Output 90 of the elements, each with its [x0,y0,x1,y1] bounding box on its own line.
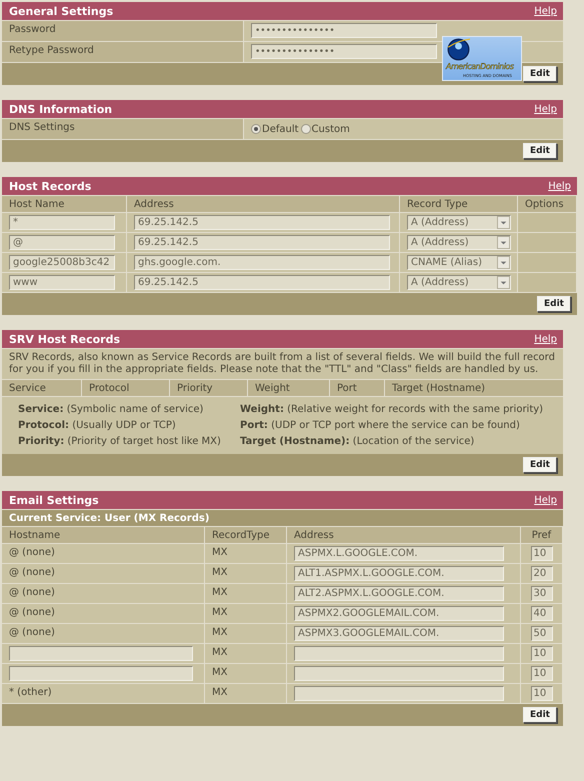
column-header: Record Type [400,196,518,213]
column-header: Pref [521,527,563,544]
help-link[interactable]: Help [534,334,557,344]
record-type-text: MX [212,547,228,558]
pref-field[interactable]: 40 [530,606,552,621]
host-name-field[interactable]: google25008b3c42 [9,255,115,270]
column-header: Hostname [2,527,205,544]
edit-button[interactable]: Edit [523,707,557,723]
section-title: Host Records [9,180,92,192]
globe-icon [447,38,470,61]
hostname-text: @ (none) [9,547,55,558]
pref-field[interactable]: 10 [530,646,552,661]
host-name-field[interactable]: * [9,215,115,230]
address-field[interactable]: ALT1.ASPMX.L.GOOGLE.COM. [294,566,504,581]
field-label: Retype Password [9,45,94,56]
pref-field[interactable]: 30 [530,586,552,601]
column-header: Address [127,196,400,213]
address-field[interactable]: 69.25.142.5 [134,235,390,250]
address-field[interactable]: 69.25.142.5 [134,275,390,290]
password-field[interactable]: ••••••••••••••• [251,44,437,59]
column-header: Host Name [2,196,127,213]
field-label: Password [9,24,56,35]
record-type-select[interactable]: A (Address) [407,215,511,230]
column-header: Service [2,380,82,397]
section-title: General Settings [9,4,114,18]
address-field[interactable]: ASPMX2.GOOGLEMAIL.COM. [294,606,504,621]
column-header: Address [287,527,521,544]
pref-field[interactable]: 10 [530,666,552,681]
hostname-field[interactable] [9,646,193,661]
address-field[interactable]: ASPMX3.GOOGLEMAIL.COM. [294,626,504,641]
record-type-text: MX [212,687,228,698]
address-field[interactable]: ALT2.ASPMX.L.GOOGLE.COM. [294,586,504,601]
radio-option[interactable]: Default [251,124,299,134]
current-service-label: Current Service: User (MX Records) [9,513,210,524]
record-type-text: MX [212,607,228,618]
address-field[interactable] [294,666,504,681]
edit-button[interactable]: Edit [537,296,571,312]
column-header: Options [518,196,577,213]
hostname-text: @ (none) [9,567,55,578]
edit-button[interactable]: Edit [523,457,557,473]
address-field[interactable]: ghs.google.com. [134,255,390,270]
section-title: DNS Information [9,102,112,116]
pref-field[interactable]: 20 [530,566,552,581]
field-description: Port: (UDP or TCP port where the service can be found) [240,420,521,432]
field-description: Service: (Symbolic name of service) [18,404,204,416]
pref-field[interactable]: 50 [530,626,552,641]
section-title: SRV Host Records [9,332,120,346]
field-description: Target (Hostname): (Location of the service) [240,436,476,448]
pref-field[interactable]: 10 [530,546,552,561]
hostname-text: * (other) [9,687,52,698]
pref-field[interactable]: 10 [530,686,552,701]
column-header: Port [330,380,385,397]
help-link[interactable]: Help [534,104,557,114]
address-field[interactable]: 69.25.142.5 [134,215,390,230]
record-type-select[interactable]: A (Address) [407,235,511,250]
column-header: RecordType [205,527,287,544]
password-field[interactable]: ••••••••••••••• [251,23,437,38]
hostname-text: @ (none) [9,587,55,598]
field-description: Priority: (Priority of target host like MX) [18,436,222,448]
logo-name: AmericanDominios [446,62,514,71]
record-type-select[interactable]: A (Address) [407,275,511,290]
field-description: Protocol: (Usually UDP or TCP) [18,420,177,432]
host-name-field[interactable]: @ [9,235,115,250]
help-link[interactable]: Help [534,494,557,506]
edit-button[interactable]: Edit [523,66,557,82]
record-type-text: MX [212,587,228,598]
field-label: DNS Settings [9,122,75,133]
column-header: Protocol [82,380,170,397]
field-description: Weight: (Relative weight for records with the same priority) [240,404,544,416]
help-link[interactable]: Help [534,6,557,16]
record-type-text: MX [212,567,228,578]
radio-option[interactable]: Custom [300,124,350,134]
record-type-text: MX [212,627,228,638]
hostname-field[interactable] [9,666,193,681]
record-type-select[interactable]: CNAME (Alias) [407,255,511,270]
column-header: Target (Hostname) [385,380,563,397]
description-text: SRV Records, also known as Service Records are built from a list of several fields. We will build the full record for you if you fill in the appropriate fields. Please note that the "TTL" and "Class" fields are handled by us. [9,352,555,375]
column-header: Weight [248,380,330,397]
record-type-text: MX [212,667,228,678]
hostname-text: @ (none) [9,627,55,638]
host-name-field[interactable]: www [9,275,115,290]
hostname-text: @ (none) [9,607,55,618]
address-field[interactable] [294,646,504,661]
column-header: Priority [170,380,248,397]
section-title: Email Settings [9,494,99,506]
edit-button[interactable]: Edit [523,143,557,159]
help-link[interactable]: Help [548,180,571,192]
address-field[interactable] [294,686,504,701]
address-field[interactable]: ASPMX.L.GOOGLE.COM. [294,546,504,561]
record-type-text: MX [212,647,228,658]
